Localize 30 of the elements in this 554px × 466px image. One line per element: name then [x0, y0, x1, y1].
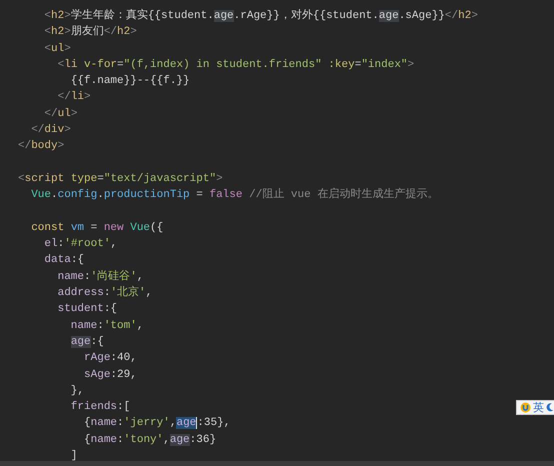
- code-line: data:{: [43, 253, 84, 268]
- code-line: <h2>学生年龄：真实{{student.age.rAge}}，对外{{student.age.sAge}}</h2>: [43, 8, 478, 24]
- code-line: friends:[: [70, 400, 130, 416]
- code-line: </body>: [18, 139, 64, 154]
- code-line: Vue.config.productionTip = false //阻止 vue 在启动时生成生产提示。: [30, 187, 438, 204]
- code-line: {name:'tony',age:36}: [83, 432, 216, 448]
- code-line: <script type="text/javascript">: [18, 172, 223, 187]
- code-line: sAge:29,: [83, 368, 137, 383]
- logo-icon: [520, 402, 531, 413]
- code-line: age:{: [70, 334, 104, 350]
- code-line: {name:'jerry',age:35},: [83, 416, 230, 432]
- code-line: </li>: [56, 90, 91, 106]
- code-line: rAge:40,: [83, 351, 137, 366]
- moon-icon: [546, 403, 554, 412]
- code-line: student:{: [56, 302, 118, 318]
- input-mode-label: 英: [533, 401, 544, 414]
- code-line: <ul>: [43, 42, 71, 57]
- code-line: name:'tom',: [70, 318, 144, 334]
- code-line: {{f.name}}--{{f.}}: [70, 74, 190, 90]
- code-line: address:'北京',: [56, 285, 152, 302]
- code-line: </ul>: [43, 106, 78, 122]
- input-method-bar[interactable]: 英: [516, 400, 554, 415]
- code-line: <h2>朋友们</h2>: [43, 24, 137, 40]
- code-line: <li v-for="(f,index) in student.friends" :key="index">: [56, 58, 414, 73]
- code-line: const vm = new Vue({: [30, 220, 164, 236]
- code-line: },: [70, 384, 84, 399]
- code-line: </div>: [30, 123, 71, 138]
- code-line: name:'尚硅谷',: [56, 269, 144, 285]
- code-line: el:'#root',: [43, 237, 118, 252]
- code-line: ]: [70, 449, 78, 464]
